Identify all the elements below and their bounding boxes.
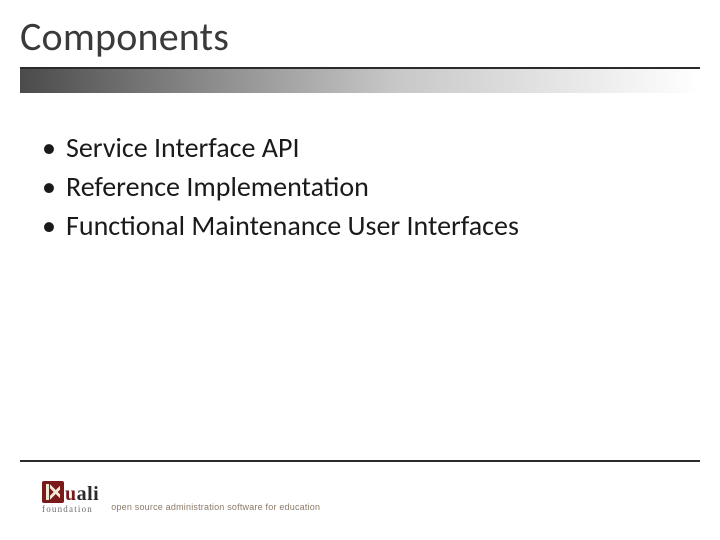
slide-title: Components [20, 12, 700, 65]
bullet-item: Reference Implementation [38, 169, 678, 206]
logo-subtext: foundation [42, 505, 93, 514]
content-area: Service Interface API Reference Implemen… [38, 130, 678, 247]
title-gradient [20, 69, 700, 93]
logo-k-icon [42, 481, 64, 503]
bottom-rule [20, 460, 700, 462]
footer-logo: uali foundation open source administrati… [42, 481, 320, 514]
logo-mark: uali foundation [42, 481, 99, 514]
title-area: Components [20, 12, 700, 93]
logo-wordmark: uali [65, 484, 99, 504]
bullet-item: Functional Maintenance User Interfaces [38, 208, 678, 245]
bullet-list: Service Interface API Reference Implemen… [38, 130, 678, 245]
slide: Components Service Interface API Referen… [0, 0, 720, 540]
bullet-item: Service Interface API [38, 130, 678, 167]
logo-tagline: open source administration software for … [111, 502, 320, 514]
